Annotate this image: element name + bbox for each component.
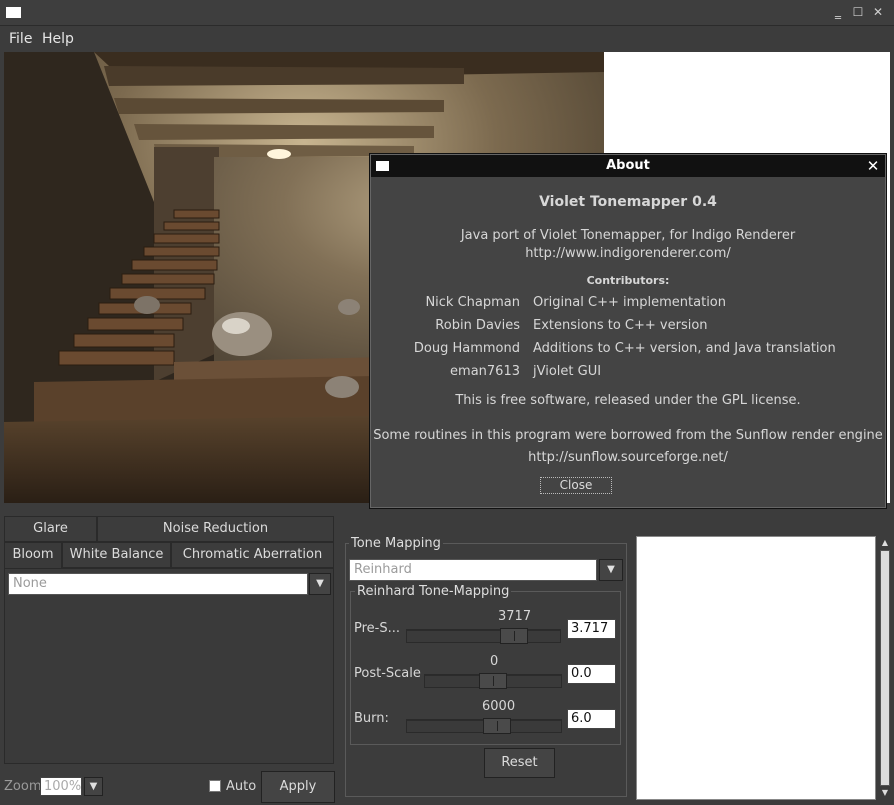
contributor-role: jViolet GUI [533,364,602,379]
menu-help[interactable]: Help [42,31,74,47]
about-url: http://www.indigorenderer.com/ [525,246,731,261]
histogram-panel [636,536,876,800]
pre-scale-tick: 3717 [498,609,532,624]
scroll-down-icon[interactable]: ▼ [880,788,890,798]
close-icon[interactable]: ✕ [871,5,885,19]
post-scale-tick: 0 [490,654,499,669]
scroll-up-icon[interactable]: ▲ [880,538,890,548]
contributor-role: Additions to C++ version, and Java trans… [533,341,836,356]
tab-noise-reduction[interactable]: Noise Reduction [97,516,334,542]
about-contributors-heading: Contributors: [586,274,670,287]
pre-scale-slider-thumb[interactable] [500,628,528,644]
minimize-icon[interactable]: ‗ [831,5,845,19]
chevron-down-icon[interactable]: ▼ [599,559,623,581]
burn-label: Burn: [354,711,389,726]
contributor-name: Robin Davies [435,318,520,333]
tone-mapping-label: Tone Mapping [349,536,443,551]
auto-checkbox[interactable] [209,780,221,792]
burn-field[interactable]: 6.0 [567,709,616,729]
post-scale-field[interactable]: 0.0 [567,664,616,684]
pre-scale-slider[interactable] [406,629,561,643]
zoom-field[interactable]: 100% [40,777,82,796]
post-scale-slider-thumb[interactable] [479,673,507,689]
contributor-role: Original C++ implementation [533,295,727,310]
chevron-down-icon[interactable]: ▼ [309,573,331,595]
reinhard-label: Reinhard Tone-Mapping [355,584,512,599]
zoom-label: Zoom [4,779,42,794]
post-scale-label: Post-Scale [354,666,421,681]
contributor-name: Doug Hammond [413,341,520,356]
auto-label: Auto [226,779,257,794]
maximize-icon[interactable]: ☐ [851,5,865,19]
apply-button[interactable]: Apply [261,771,335,803]
tone-mapping-select[interactable]: Reinhard [349,559,597,581]
chevron-down-icon[interactable]: ▼ [84,777,103,796]
bloom-panel [4,568,334,764]
reset-button[interactable]: Reset [484,748,555,778]
contributor-name: eman7613 [450,364,520,379]
app-icon [6,7,21,18]
contributor-role: Extensions to C++ version [533,318,708,333]
tab-bloom[interactable]: Bloom [4,542,62,568]
about-description: Java port of Violet Tonemapper, for Indi… [460,228,796,243]
pre-scale-field[interactable]: 3.717 [567,619,616,639]
tab-glare[interactable]: Glare [4,516,97,542]
about-sunflow-note: Some routines in this program were borro… [373,428,883,443]
tab-white-balance[interactable]: White Balance [62,542,171,568]
menu-file[interactable]: File [9,31,32,47]
contributor-name: Nick Chapman [425,295,520,310]
burn-slider-thumb[interactable] [483,718,511,734]
menu-bar [0,27,894,51]
bloom-select[interactable]: None [8,573,308,595]
about-close-icon[interactable]: ✕ [864,157,882,175]
about-license: This is free software, released under th… [455,393,801,408]
about-sunflow-url: http://sunflow.sourceforge.net/ [528,450,728,465]
about-window-icon [376,161,389,171]
pre-scale-label: Pre-S... [354,621,401,636]
burn-tick: 6000 [482,699,516,714]
window-titlebar [0,0,894,26]
tab-chromatic-aberration[interactable]: Chromatic Aberration [171,542,334,568]
about-dialog-title: About [371,155,885,177]
about-close-button[interactable]: Close [540,477,612,494]
about-app-name: Violet Tonemapper 0.4 [539,194,717,210]
scrollbar-thumb[interactable] [880,550,890,786]
